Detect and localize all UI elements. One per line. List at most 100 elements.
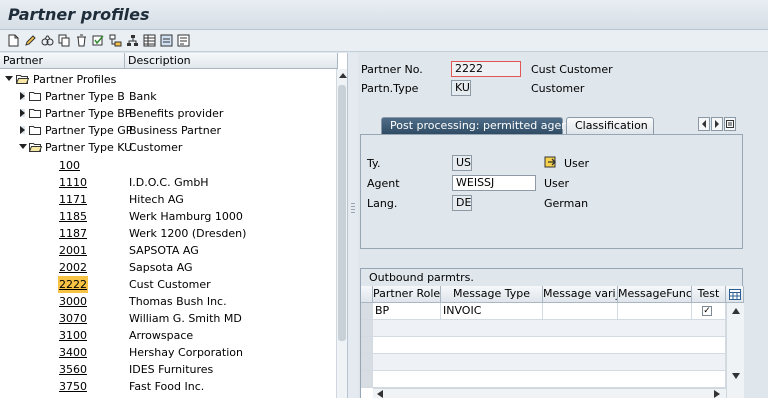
type-desc: User xyxy=(564,157,590,170)
partner-number-link[interactable]: 1171 xyxy=(59,191,87,208)
outbound-table: Partner Role Message Type Message vari_ … xyxy=(361,286,744,398)
tree-node-type-bp[interactable]: Partner Type BP Benefits provider xyxy=(0,105,336,122)
edit-icon[interactable] xyxy=(23,33,38,48)
tree-leaf-partner[interactable]: 3000 Thomas Bush Inc. xyxy=(0,293,336,310)
partner-number-link[interactable]: 3070 xyxy=(59,310,87,327)
check-icon[interactable] xyxy=(91,33,106,48)
scroll-up-icon[interactable] xyxy=(732,308,740,314)
delete-icon[interactable] xyxy=(74,33,89,48)
row-selector-header[interactable] xyxy=(361,286,373,303)
tab-next-icon[interactable] xyxy=(711,117,723,131)
tree-leaf-partner[interactable]: 1185 Werk Hamburg 1000 xyxy=(0,208,336,225)
col-message-variant[interactable]: Message vari_ xyxy=(543,286,618,303)
info-icon[interactable] xyxy=(176,33,191,48)
agent-field[interactable]: WEISSJ xyxy=(452,175,536,191)
partner-number-link[interactable]: 3100 xyxy=(59,327,87,344)
tree-leaf-partner[interactable]: 3560 IDES Furnitures xyxy=(0,361,336,378)
scroll-left-icon[interactable] xyxy=(377,390,383,398)
new-icon[interactable] xyxy=(6,33,21,48)
row-selector[interactable] xyxy=(361,354,373,371)
table-row-empty[interactable] xyxy=(373,320,726,337)
tree-icon[interactable] xyxy=(108,33,123,48)
collapsed-icon[interactable] xyxy=(20,92,25,100)
partner-number-link[interactable]: 2001 xyxy=(59,242,87,259)
column-header-partner[interactable]: Partner xyxy=(0,53,125,69)
splitter-grip[interactable] xyxy=(351,203,355,213)
tree-leaf-partner[interactable]: 2001 SAPSOTA AG xyxy=(0,242,336,259)
display-icon[interactable] xyxy=(40,33,55,48)
cell-message-variant[interactable] xyxy=(543,303,618,320)
type-label: Ty. xyxy=(367,157,381,170)
type-field[interactable]: US xyxy=(452,155,472,171)
row-selector[interactable] xyxy=(361,303,373,320)
tree-leaf-partner[interactable]: 100 xyxy=(0,157,336,174)
lang-field[interactable]: DE xyxy=(452,195,472,211)
collapsed-icon[interactable] xyxy=(20,126,25,134)
cell-message-type[interactable]: INVOIC xyxy=(441,303,543,320)
table-icon[interactable] xyxy=(142,33,157,48)
tree-root[interactable]: Partner Profiles xyxy=(0,71,336,88)
tree-leaf-partner-selected[interactable]: 2222 Cust Customer xyxy=(0,276,336,293)
partner-number-link[interactable]: 1185 xyxy=(59,208,87,225)
cell-message-function[interactable] xyxy=(618,303,692,320)
tree-node-type-b[interactable]: Partner Type B Bank xyxy=(0,88,336,105)
pane-splitter[interactable] xyxy=(348,53,358,398)
tree-leaf-partner[interactable]: 1187 Werk 1200 (Dresden) xyxy=(0,225,336,242)
partner-number-link[interactable]: 3400 xyxy=(59,344,87,361)
partner-number-link[interactable]: 3750 xyxy=(59,378,87,395)
col-partner-role[interactable]: Partner Role xyxy=(373,286,441,303)
copy-icon[interactable] xyxy=(57,33,72,48)
scroll-up-icon[interactable] xyxy=(339,73,347,78)
partn-type-field[interactable]: KU xyxy=(451,80,471,96)
table2-icon[interactable] xyxy=(159,33,174,48)
title-bar: Partner profiles xyxy=(0,0,768,30)
partner-number-link[interactable]: 3560 xyxy=(59,361,87,378)
table-settings-icon[interactable] xyxy=(728,289,741,300)
hierarchy-icon[interactable] xyxy=(125,33,140,48)
table-vertical-scrollbar[interactable] xyxy=(726,303,744,398)
tree-vertical-scrollbar[interactable] xyxy=(336,69,347,398)
col-message-function[interactable]: MessageFunct_ xyxy=(618,286,692,303)
tab-post-processing[interactable]: Post processing: permitted agent xyxy=(381,117,573,135)
column-settings-button[interactable] xyxy=(726,286,744,303)
tab-prev-icon[interactable] xyxy=(698,117,710,131)
tree-leaf-partner[interactable]: 1110 I.D.O.C. GmbH xyxy=(0,174,336,191)
partner-number-link[interactable]: 1110 xyxy=(59,174,87,191)
table-row-empty[interactable] xyxy=(373,371,726,388)
tab-list-icon[interactable] xyxy=(724,117,736,131)
tree-node-type-ku[interactable]: Partner Type KU Customer xyxy=(0,139,336,156)
partner-number-link[interactable]: 2002 xyxy=(59,259,87,276)
row-selector[interactable] xyxy=(361,320,373,337)
collapsed-icon[interactable] xyxy=(20,109,25,117)
tab-classification[interactable]: Classification xyxy=(566,117,654,135)
test-checkbox[interactable]: ✓ xyxy=(702,306,712,316)
cell-test[interactable]: ✓ xyxy=(692,303,726,320)
partner-number-link[interactable]: 100 xyxy=(59,157,80,174)
expanded-icon[interactable] xyxy=(5,76,13,81)
scroll-thumb[interactable] xyxy=(338,85,346,341)
partner-no-field[interactable]: 2222 xyxy=(451,61,521,77)
cell-partner-role[interactable]: BP xyxy=(373,303,441,320)
partner-number-link[interactable]: 1187 xyxy=(59,225,87,242)
partner-number-link[interactable]: 2222 xyxy=(58,276,88,293)
table-row-empty[interactable] xyxy=(373,337,726,354)
expanded-icon[interactable] xyxy=(19,144,27,149)
tree-node-type-gp[interactable]: Partner Type GP Business Partner xyxy=(0,122,336,139)
tree-leaf-partner[interactable]: 3100 Arrowspace xyxy=(0,327,336,344)
table-horizontal-scrollbar[interactable] xyxy=(373,388,726,398)
tree-leaf-partner[interactable]: 2002 Sapsota AG xyxy=(0,259,336,276)
tree-leaf-partner[interactable]: 3750 Fast Food Inc. xyxy=(0,378,336,395)
scroll-right-icon[interactable] xyxy=(714,390,720,398)
scroll-down-icon[interactable] xyxy=(732,373,740,379)
tree-leaf-partner[interactable]: 3400 Hershay Corporation xyxy=(0,344,336,361)
col-test[interactable]: Test xyxy=(692,286,726,303)
column-header-description[interactable]: Description xyxy=(125,53,338,69)
tree-leaf-partner[interactable]: 3070 William G. Smith MD xyxy=(0,310,336,327)
tree-node-desc: Customer xyxy=(129,141,183,154)
row-selector[interactable] xyxy=(361,337,373,354)
col-message-type[interactable]: Message Type xyxy=(441,286,543,303)
tree-leaf-partner[interactable]: 1171 Hitech AG xyxy=(0,191,336,208)
partner-number-link[interactable]: 3000 xyxy=(59,293,87,310)
table-row-empty[interactable] xyxy=(373,354,726,371)
row-selector[interactable] xyxy=(361,371,373,388)
